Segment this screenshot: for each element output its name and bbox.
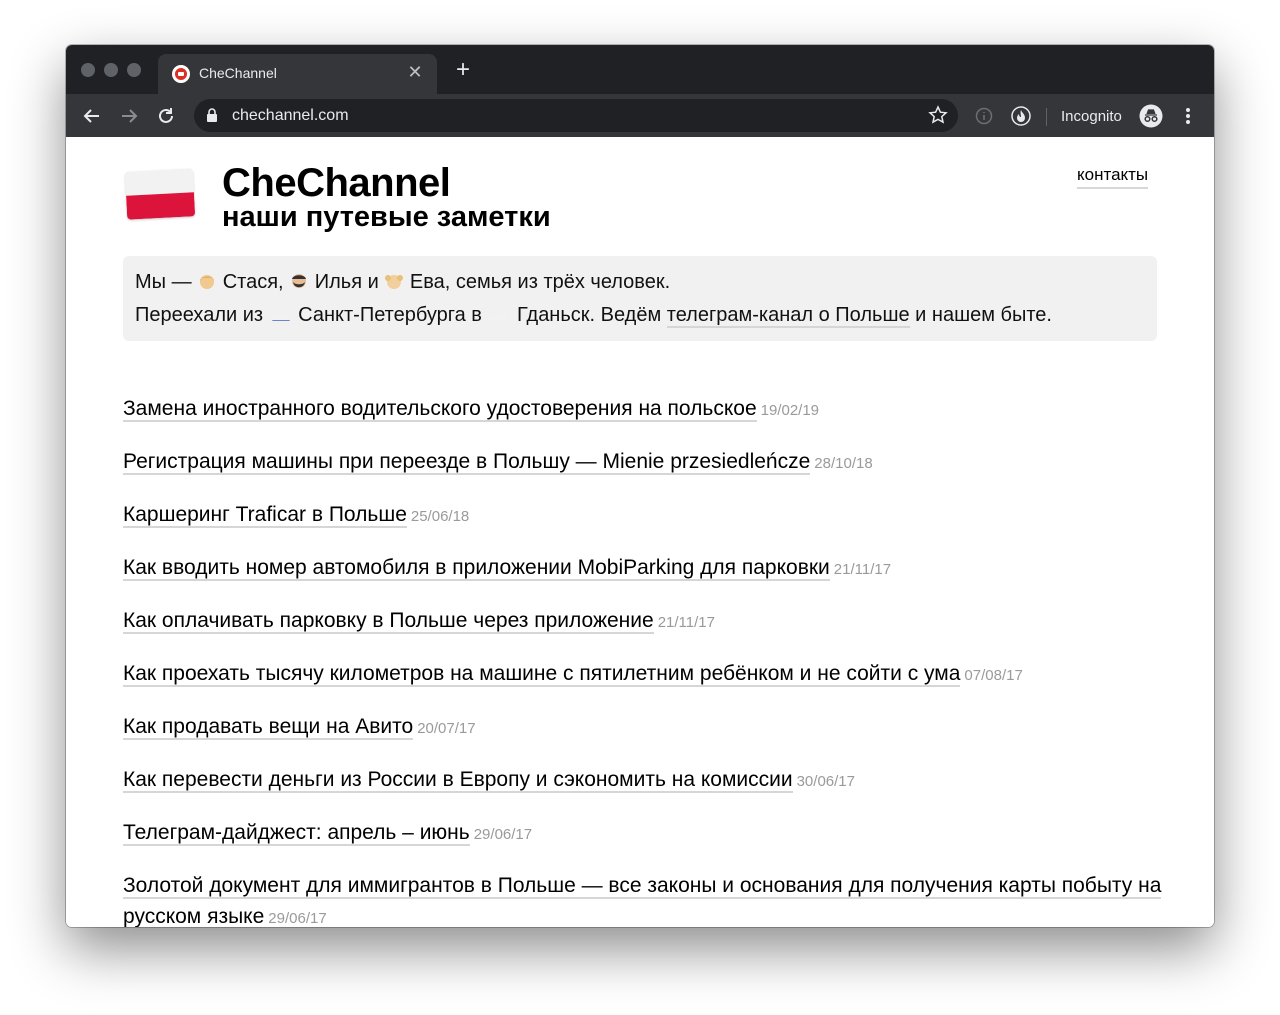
- incognito-icon[interactable]: [1137, 102, 1165, 130]
- site-title[interactable]: CheChannel: [222, 161, 451, 206]
- list-item: Как проехать тысячу километров на машине…: [123, 658, 1163, 691]
- woman-emoji-icon: [197, 270, 217, 300]
- toolbar-separator: [1046, 108, 1047, 126]
- new-tab-icon[interactable]: +: [450, 57, 476, 83]
- article-date: 19/02/19: [760, 402, 820, 419]
- incognito-label[interactable]: Incognito: [1061, 108, 1122, 125]
- list-item: Золотой документ для иммигрантов в Польш…: [123, 870, 1163, 927]
- telegram-channel-link[interactable]: телеграм-канал о Польше: [666, 304, 910, 328]
- intro-text-c: Гданьск. Ведём: [511, 304, 667, 326]
- bookmark-star-icon[interactable]: [928, 105, 948, 130]
- article-date: 20/07/17: [417, 720, 476, 737]
- tab-strip: CheChannel ✕ +: [66, 45, 1214, 94]
- article-link[interactable]: Как перевести деньги из России в Европу …: [123, 768, 793, 793]
- article-date: 21/11/17: [657, 614, 715, 631]
- intro-text-a: Переехали из: [135, 304, 269, 326]
- page-content: CheChannel наши путевые заметки контакты…: [66, 137, 1214, 927]
- article-link[interactable]: Как проехать тысячу километров на машине…: [123, 662, 961, 687]
- article-date: 30/06/17: [796, 773, 855, 790]
- article-list: Замена иностранного водительского удосто…: [123, 393, 1163, 927]
- poland-flag-small-icon: [490, 308, 509, 321]
- forward-icon[interactable]: [115, 102, 143, 130]
- close-window-button[interactable]: [81, 63, 95, 77]
- menu-dots-icon[interactable]: [1174, 102, 1202, 130]
- article-date: 21/11/17: [833, 561, 892, 578]
- lock-icon[interactable]: [206, 108, 218, 128]
- minimize-window-button[interactable]: [104, 63, 118, 77]
- maximize-window-button[interactable]: [127, 63, 141, 77]
- article-link[interactable]: Как вводить номер автомобиля в приложени…: [123, 556, 830, 581]
- article-link[interactable]: Замена иностранного водительского удосто…: [123, 397, 757, 422]
- russia-flag-icon: [271, 308, 290, 321]
- address-bar[interactable]: chechannel.com: [194, 99, 958, 132]
- article-date: 29/06/17: [473, 826, 533, 843]
- url-text[interactable]: chechannel.com: [232, 107, 349, 125]
- article-date: 25/06/18: [410, 508, 470, 525]
- list-item: Регистрация машины при переезде в Польшу…: [123, 446, 1163, 479]
- browser-toolbar: chechannel.com Incognito: [66, 94, 1214, 137]
- article-date: 28/10/18: [814, 455, 873, 472]
- intro-name-1: Стася,: [222, 271, 284, 293]
- contacts-link[interactable]: контакты: [1077, 165, 1149, 189]
- browser-window: CheChannel ✕ + chechannel.com Incognito …: [66, 45, 1214, 927]
- site-subtitle: наши путевые заметки: [222, 201, 551, 233]
- intro-prefix: Мы —: [135, 271, 198, 293]
- intro-line-1: Мы — Стася, Илья и Ева, семья из трёх че…: [135, 267, 1145, 300]
- tab-title: CheChannel: [199, 65, 277, 81]
- list-item: Каршеринг Traficar в Польше 25/06/18: [123, 499, 1163, 532]
- site-favicon-icon: [172, 65, 190, 83]
- list-item: Как оплачивать парковку в Польше через п…: [123, 605, 1163, 638]
- article-link[interactable]: Каршеринг Traficar в Польше: [123, 503, 407, 528]
- girl-emoji-icon: [384, 270, 404, 300]
- reload-icon[interactable]: [152, 102, 180, 130]
- list-item: Как вводить номер автомобиля в приложени…: [123, 552, 1163, 585]
- poland-flag-icon: [124, 168, 196, 220]
- intro-name-3: Ева, семья из трёх человек.: [409, 271, 671, 293]
- article-date: 29/06/17: [268, 910, 327, 927]
- tab-chechannel[interactable]: CheChannel ✕: [158, 54, 437, 94]
- man-emoji-icon: [289, 270, 309, 300]
- article-link[interactable]: Регистрация машины при переезде в Польшу…: [123, 450, 811, 475]
- back-icon[interactable]: [78, 102, 106, 130]
- list-item: Как перевести деньги из России в Европу …: [123, 764, 1163, 797]
- close-tab-icon[interactable]: ✕: [405, 62, 425, 82]
- intro-box: Мы — Стася, Илья и Ева, семья из трёх че…: [123, 256, 1157, 341]
- list-item: Замена иностранного водительского удосто…: [123, 393, 1163, 426]
- intro-name-2: Илья и: [314, 271, 379, 293]
- intro-text-b: Санкт-Петербурга в: [292, 304, 488, 326]
- fire-extension-icon[interactable]: [1007, 102, 1035, 130]
- article-date: 07/08/17: [964, 667, 1023, 684]
- article-link[interactable]: Как оплачивать парковку в Польше через п…: [123, 609, 654, 634]
- intro-line-2: Переехали из Санкт-Петербурга в Гданьск.…: [135, 300, 1145, 330]
- list-item: Как продавать вещи на Авито 20/07/17: [123, 711, 1163, 744]
- list-item: Телеграм-дайджест: апрель – июнь 29/06/17: [123, 817, 1163, 850]
- article-link[interactable]: Как продавать вещи на Авито: [123, 715, 414, 740]
- info-extension-icon[interactable]: [970, 102, 998, 130]
- article-link[interactable]: Телеграм-дайджест: апрель – июнь: [123, 821, 470, 846]
- intro-text-d: и нашем быте.: [909, 304, 1052, 326]
